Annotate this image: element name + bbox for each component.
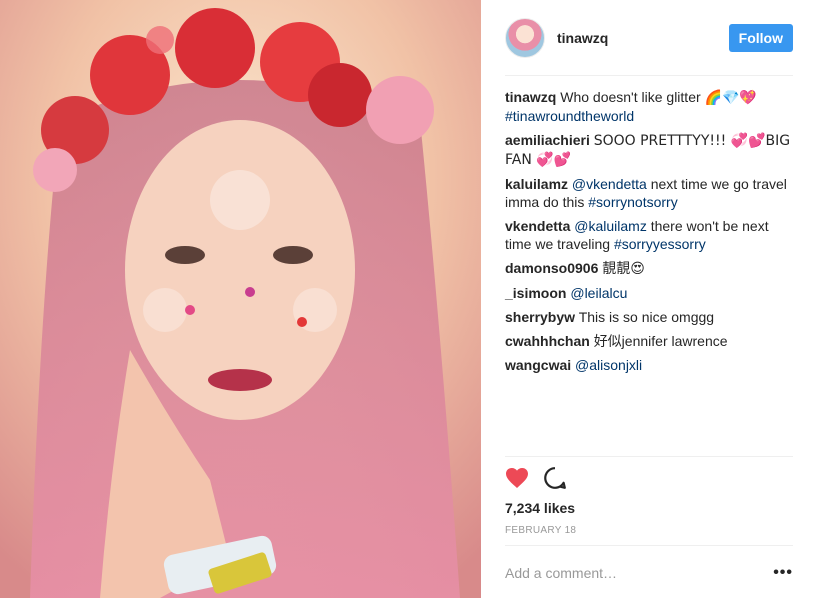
list-item: aemiliachieri SOOO PRETTTYY!!! 💞💕BIG FAN…: [505, 131, 793, 169]
comment-hashtag[interactable]: #sorrynotsorry: [588, 194, 677, 210]
comment-input[interactable]: [505, 565, 774, 581]
comment-text: 好似jennifer lawrence: [593, 333, 728, 349]
comment-author[interactable]: sherrybyw: [505, 309, 575, 325]
comment-mention[interactable]: @kaluilamz: [574, 218, 647, 234]
post-details-panel: tinawzq Follow tinawzq Who doesn't like …: [481, 0, 815, 598]
comment-mention[interactable]: @vkendetta: [572, 176, 647, 192]
list-item: cwahhhchan 好似jennifer lawrence: [505, 332, 793, 350]
avatar[interactable]: [505, 18, 545, 58]
header-username[interactable]: tinawzq: [557, 30, 608, 46]
comment-bubble-icon[interactable]: [543, 466, 567, 490]
list-item: sherrybyw This is so nice omggg: [505, 308, 793, 326]
caption-hashtag[interactable]: #tinawroundtheworld: [505, 108, 634, 124]
caption: tinawzq Who doesn't like glitter 🌈💎💖 #ti…: [505, 88, 793, 125]
likes-count[interactable]: 7,234 likes: [505, 500, 575, 516]
comment-author[interactable]: tinawzq: [505, 89, 556, 105]
list-item: _isimoon @leilalcu: [505, 284, 793, 302]
follow-button[interactable]: Follow: [728, 24, 793, 52]
divider: [505, 545, 793, 546]
comment-hashtag[interactable]: #sorryyessorry: [614, 236, 706, 252]
post-date: FEBRUARY 18: [505, 525, 577, 536]
portrait-image: [0, 0, 481, 598]
list-item: vkendetta @kaluilamz there won't be next…: [505, 217, 793, 253]
more-options-icon[interactable]: •••: [773, 564, 793, 582]
post-header: tinawzq Follow: [505, 17, 793, 59]
comment-author[interactable]: aemiliachieri: [505, 132, 590, 148]
heart-icon[interactable]: [505, 467, 529, 489]
comment-author[interactable]: kaluilamz: [505, 176, 568, 192]
comment-author[interactable]: damonso0906: [505, 260, 598, 276]
action-bar: [505, 466, 567, 490]
divider: [505, 75, 793, 76]
comment-author[interactable]: vkendetta: [505, 218, 570, 234]
divider: [505, 456, 793, 457]
comment-mention[interactable]: @leilalcu: [570, 285, 627, 301]
comment-form: •••: [505, 556, 793, 590]
comments-list: tinawzq Who doesn't like glitter 🌈💎💖 #ti…: [505, 88, 793, 380]
post-photo[interactable]: [0, 0, 481, 598]
comment-author[interactable]: wangcwai: [505, 357, 571, 373]
list-item: wangcwai @alisonjxli: [505, 356, 793, 374]
caption-text: Who doesn't like glitter: [560, 89, 701, 105]
comment-mention[interactable]: @alisonjxli: [575, 357, 642, 373]
comment-text: This is so nice omggg: [578, 309, 715, 325]
comment-author[interactable]: cwahhhchan: [505, 333, 590, 349]
caption-emoji: 🌈💎💖: [704, 90, 757, 106]
comment-text: 靚靚😍: [602, 261, 645, 277]
list-item: damonso0906 靚靚😍: [505, 259, 793, 278]
list-item: kaluilamz @vkendetta next time we go tra…: [505, 175, 793, 211]
comment-author[interactable]: _isimoon: [505, 285, 566, 301]
